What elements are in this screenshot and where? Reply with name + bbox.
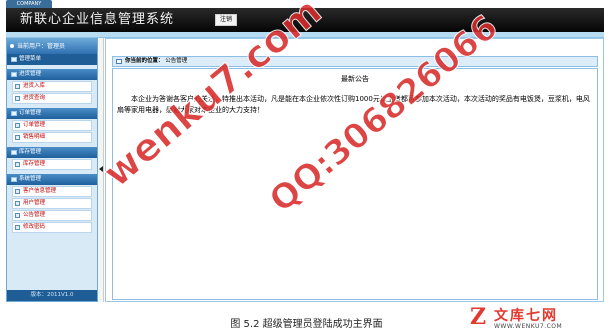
site-logo: Z 文库七网 WWW.WENKU7.COM (470, 304, 610, 334)
group-label: 订单管理 (19, 110, 42, 116)
menu-bullet-icon (15, 84, 20, 89)
menu-bullet-icon (15, 162, 20, 167)
breadcrumb-current: 公告管理 (165, 58, 188, 64)
menu-bullet-icon (15, 123, 20, 128)
folder-icon (11, 177, 17, 182)
group-label: 进货管理 (19, 71, 42, 77)
menu-bullet-icon (15, 225, 20, 230)
group-header-orders[interactable]: 订单管理 (7, 108, 97, 119)
menu-item-change-password[interactable]: 修改密码 (12, 222, 92, 233)
logo-z-icon: Z (470, 304, 487, 330)
menu-title-label: 管理菜单 (19, 56, 42, 62)
menu-item-label: 公告管理 (23, 212, 46, 218)
menu-item-label: 进货入库 (23, 83, 46, 89)
current-user-bar: 当前用户：管理员 (7, 39, 97, 54)
collapse-arrow-icon[interactable] (99, 166, 103, 172)
group-header-purchase[interactable]: 进货管理 (7, 69, 97, 80)
menu-item-sales-detail[interactable]: 销售明细 (12, 132, 92, 143)
menu-bullet-icon (15, 96, 20, 101)
sidebar: 当前用户：管理员 管理菜单 进货管理 进货入库 进货查询 订单管理 订单管理 销… (6, 38, 98, 302)
menu-item-label: 进货查询 (23, 95, 46, 101)
menu-item-label: 订单管理 (23, 122, 46, 128)
version-label: 版本：2011V1.0 (7, 290, 97, 301)
menu-bullet-icon (15, 135, 20, 140)
menu-item-label: 客户信息管理 (23, 188, 57, 194)
menu-bullet-icon (15, 189, 20, 194)
menu-item-order-management[interactable]: 订单管理 (12, 120, 92, 131)
menu-item-customer-info[interactable]: 客户信息管理 (12, 186, 92, 197)
group-header-system[interactable]: 系统管理 (7, 174, 97, 185)
group-header-inventory[interactable]: 库存管理 (7, 147, 97, 158)
menu-item-notice-management[interactable]: 公告管理 (12, 210, 92, 221)
folder-icon (11, 111, 17, 116)
main-content: 你当前的位置： 公告管理 最新公告 本企业为答谢各客户的关注，特推出本活动，凡是… (105, 38, 604, 302)
logout-button[interactable]: 注销 (215, 14, 237, 26)
breadcrumb-label: 你当前的位置： (125, 58, 164, 64)
notice-title: 最新公告 (341, 75, 369, 83)
menu-item-label: 用户管理 (23, 200, 46, 206)
app-title: 新联心企业信息管理系统 (20, 12, 175, 27)
folder-icon (11, 72, 17, 77)
notice-body: 本企业为答谢各客户的关注，特推出本活动，凡是能在本企业依次性订购1000元以上者… (117, 95, 590, 114)
screenshot-page: COMPANY 新联心企业信息管理系统 注销 当前用户：管理员 管理菜单 进货管… (0, 0, 613, 335)
menu-folder-icon (11, 57, 17, 62)
menu-item-inventory-management[interactable]: 库存管理 (12, 159, 92, 170)
location-icon (116, 59, 122, 64)
menu-bullet-icon (15, 213, 20, 218)
menu-item-label: 修改密码 (23, 224, 46, 230)
folder-icon (11, 150, 17, 155)
app-header: 新联心企业信息管理系统 注销 (6, 8, 604, 32)
logo-url: WWW.WENKU7.COM (494, 323, 563, 330)
menu-item-purchase-stock-in[interactable]: 进货入库 (12, 81, 92, 92)
user-dot-icon (10, 44, 14, 48)
logo-text: 文库七网 (494, 308, 558, 324)
group-label: 库存管理 (19, 149, 42, 155)
group-label: 系统管理 (19, 176, 42, 182)
breadcrumb: 你当前的位置： 公告管理 (112, 56, 598, 67)
current-user-label: 当前用户：管理员 (17, 43, 66, 50)
company-tab: COMPANY (6, 0, 52, 8)
menu-bullet-icon (15, 201, 20, 206)
menu-title: 管理菜单 (7, 54, 97, 65)
menu-item-user-management[interactable]: 用户管理 (12, 198, 92, 209)
sidebar-splitter[interactable] (98, 38, 104, 302)
notice-panel: 最新公告 本企业为答谢各客户的关注，特推出本活动，凡是能在本企业依次性订购100… (112, 68, 598, 300)
menu-item-purchase-query[interactable]: 进货查询 (12, 93, 92, 104)
menu-item-label: 库存管理 (23, 161, 46, 167)
menu-item-label: 销售明细 (23, 134, 46, 140)
